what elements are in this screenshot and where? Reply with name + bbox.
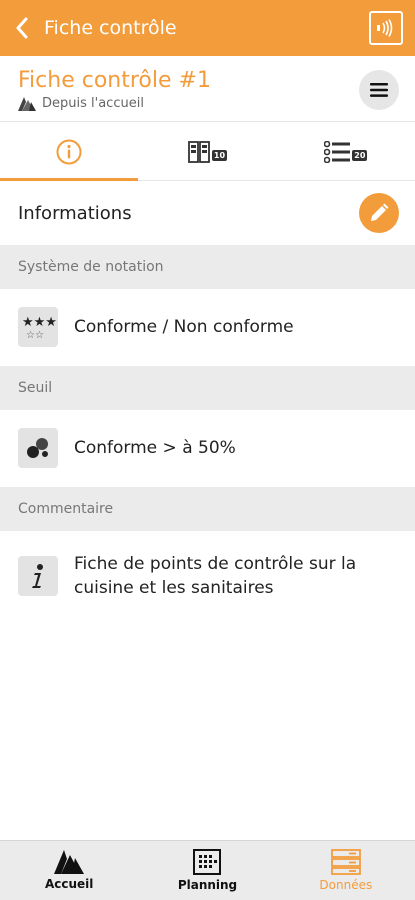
chevron-left-icon: [16, 17, 28, 39]
hamburger-icon: [370, 83, 388, 97]
record-subtitle-text: Depuis l'accueil: [42, 96, 144, 111]
info-italic-icon: [18, 556, 58, 596]
info-icon: [56, 139, 82, 164]
nav-accueil-label: Accueil: [44, 877, 94, 891]
list-item-threshold: Conforme > à 50%: [0, 428, 415, 468]
svg-text:★★★: ★★★: [22, 315, 56, 330]
home-logo-icon: [54, 850, 85, 874]
nfc-icon: [377, 19, 393, 37]
svg-text:☆☆: ☆☆: [26, 330, 44, 341]
list-item-notation: ★★★ ☆☆ Conforme / Non conforme: [0, 307, 415, 347]
nav-planning-label: Planning: [177, 878, 238, 892]
menu-button[interactable]: [359, 70, 399, 110]
tab-control-points-badge: 10: [211, 150, 228, 161]
comment-value: Fiche de points de contrôle sur la cuisi…: [74, 554, 357, 598]
app-bar: Fiche contrôle: [0, 0, 415, 56]
nav-planning[interactable]: Planning: [138, 841, 276, 900]
bottom-nav: Accueil Planning Données: [0, 840, 415, 900]
tab-list-badge: 20: [352, 150, 368, 161]
record-subtitle: Depuis l'accueil: [18, 96, 144, 111]
record-header: Fiche contrôle #1 Depuis l'accueil: [0, 56, 415, 122]
tab-list[interactable]: 20: [277, 123, 415, 180]
group-label-notation: Système de notation: [0, 245, 415, 289]
threshold-icon: [18, 428, 58, 468]
nav-accueil[interactable]: Accueil: [0, 841, 138, 900]
tab-info[interactable]: [0, 123, 139, 181]
pencil-icon: [371, 203, 389, 221]
list-icon: [324, 140, 351, 163]
tab-bar: 10 20: [0, 123, 415, 181]
nfc-button[interactable]: [369, 11, 403, 45]
threshold-value: Conforme > à 50%: [74, 438, 236, 458]
section-header: Informations: [0, 181, 415, 245]
calendar-icon: [193, 849, 222, 875]
record-title: Fiche contrôle #1: [18, 68, 211, 93]
app-bar-title: Fiche contrôle: [44, 17, 177, 39]
logo-icon: [18, 96, 36, 111]
group-label-threshold: Seuil: [0, 366, 415, 410]
stars-icon: ★★★ ☆☆: [18, 307, 58, 347]
list-item-comment: Fiche de points de contrôle sur la cuisi…: [0, 552, 415, 600]
notation-value: Conforme / Non conforme: [74, 317, 294, 337]
tab-control-points[interactable]: 10: [138, 123, 276, 180]
nav-donnees-label: Données: [319, 878, 373, 892]
group-label-comment: Commentaire: [0, 487, 415, 531]
database-icon: [330, 849, 361, 875]
control-points-icon: [188, 140, 210, 163]
nav-donnees[interactable]: Données: [277, 841, 415, 900]
section-title: Informations: [18, 202, 132, 224]
back-button[interactable]: [0, 0, 44, 56]
edit-button[interactable]: [359, 193, 399, 233]
